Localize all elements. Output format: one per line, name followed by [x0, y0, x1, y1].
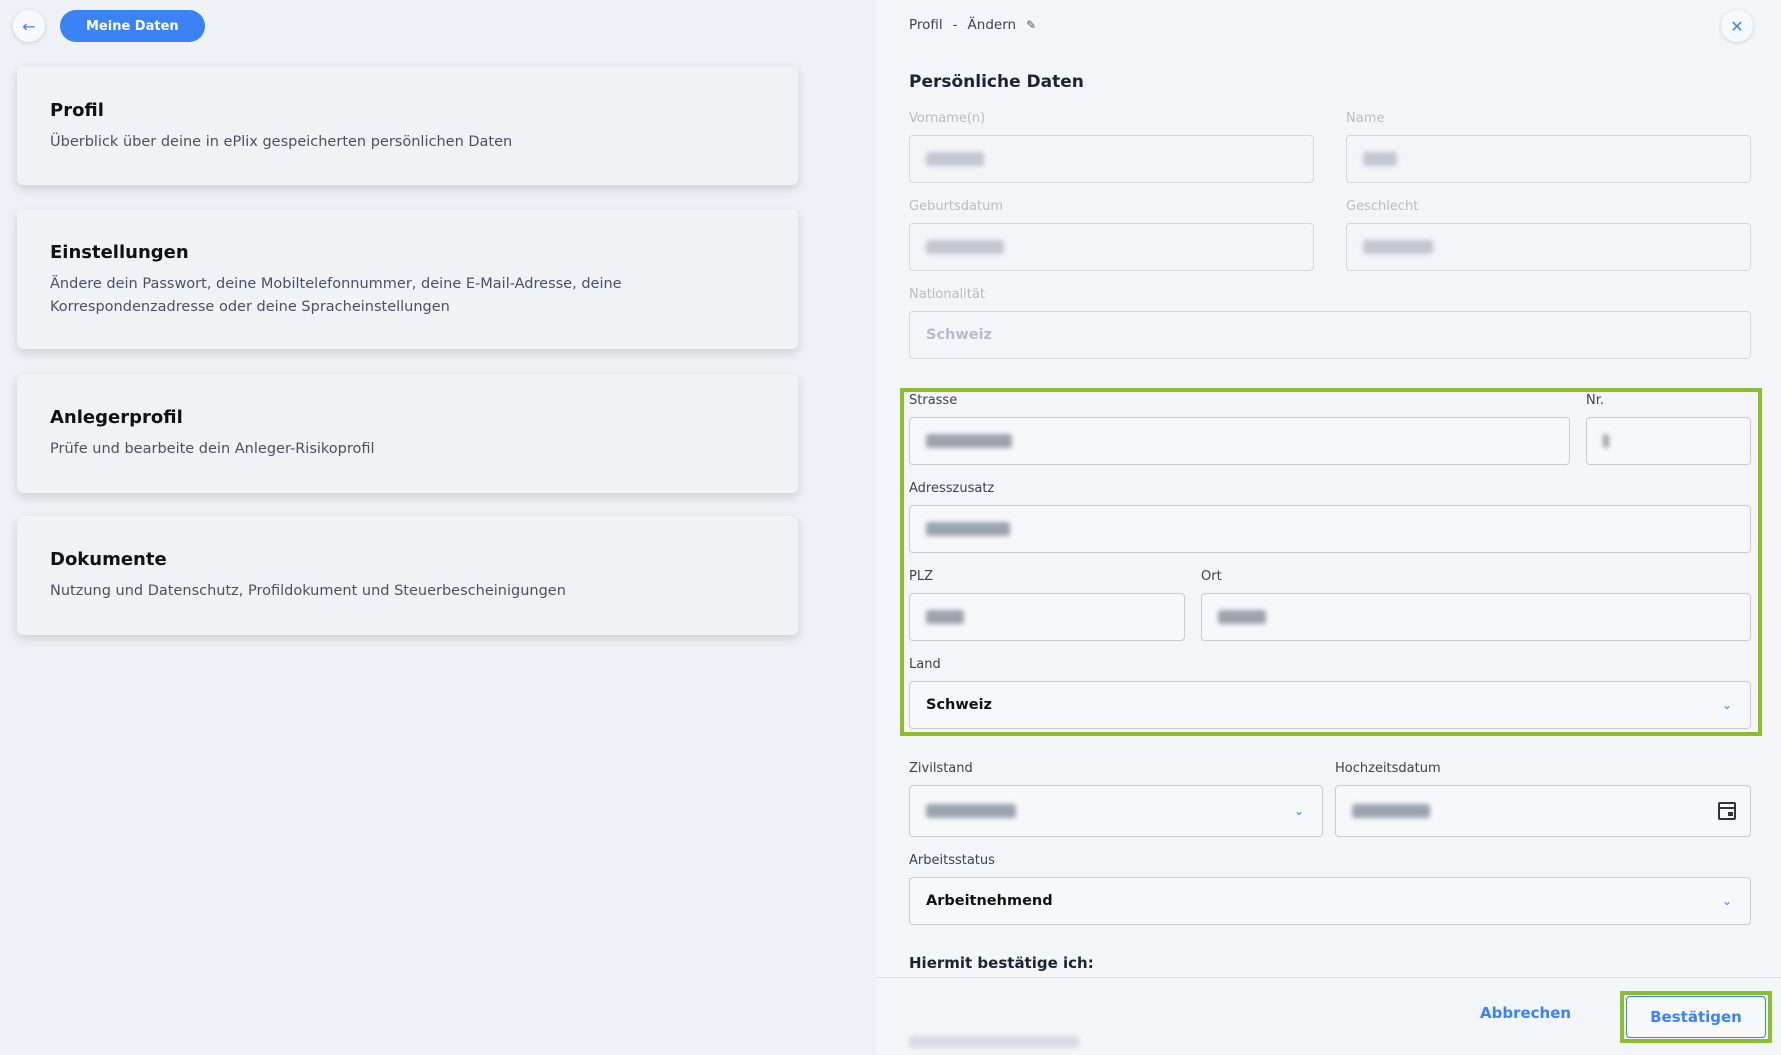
field-label: Vorname(n)	[909, 111, 986, 126]
card-description: Prüfe und bearbeite dein Anleger-Risikop…	[50, 441, 375, 457]
geschlecht-input[interactable]	[1346, 223, 1751, 271]
calendar-icon[interactable]	[1718, 802, 1736, 820]
arbeitsstatus-field: Arbeitsstatus Arbeitnehmend ⌄	[909, 852, 1751, 925]
field-label: PLZ	[909, 569, 933, 584]
name-field: Name	[1346, 110, 1751, 183]
chevron-down-icon: ⌄	[1721, 698, 1732, 712]
field-label: Ort	[1201, 569, 1222, 584]
strasse-field: Strasse	[909, 392, 1570, 465]
field-label: Hochzeitsdatum	[1335, 761, 1441, 776]
field-label: Nr.	[1586, 393, 1605, 408]
nationalitaet-input[interactable]: Schweiz	[909, 311, 1751, 359]
card-profil[interactable]: Profil Überblick über deine in ePlix ges…	[17, 66, 798, 185]
geburtsdatum-field: Geburtsdatum	[909, 198, 1314, 271]
name-input[interactable]	[1346, 135, 1751, 183]
section-title: Persönliche Daten	[909, 72, 1084, 92]
card-description: Überblick über deine in ePlix gespeicher…	[50, 134, 513, 150]
pencil-icon: ✎	[1026, 18, 1037, 32]
card-anlegerprofil[interactable]: Anlegerprofil Prüfe und bearbeite dein A…	[17, 374, 798, 493]
arrow-left-icon: ←	[22, 16, 36, 36]
hochzeitsdatum-input[interactable]	[1335, 785, 1751, 837]
field-value: Schweiz	[926, 697, 993, 713]
card-title: Dokumente	[50, 549, 167, 570]
field-label: Geschlecht	[1346, 199, 1419, 214]
plz-field: PLZ	[909, 568, 1185, 641]
chevron-down-icon: ⌄	[1721, 894, 1732, 908]
land-select[interactable]: Schweiz ⌄	[909, 681, 1751, 729]
breadcrumb-separator: -	[952, 17, 958, 33]
breadcrumb-aendern: Ändern	[967, 17, 1017, 33]
close-icon: ✕	[1730, 16, 1744, 36]
cancel-button[interactable]: Abbrechen	[1480, 1004, 1571, 1022]
field-value: Schweiz	[926, 327, 993, 343]
zivilstand-select[interactable]: ⌄	[909, 785, 1323, 837]
breadcrumb-profil: Profil	[909, 17, 943, 33]
vorname-input[interactable]	[909, 135, 1314, 183]
edit-profile-panel: Profil - Ändern ✎ ✕ Persönliche Daten Vo…	[876, 0, 1781, 1055]
card-description: Ändere dein Passwort, deine Mobiltelefon…	[50, 276, 622, 315]
confirm-button-highlight: Bestätigen	[1620, 991, 1772, 1043]
plz-input[interactable]	[909, 593, 1185, 641]
strasse-input[interactable]	[909, 417, 1570, 465]
nr-field: Nr.	[1586, 392, 1751, 465]
field-value: Arbeitnehmend	[926, 893, 1053, 909]
field-label: Zivilstand	[909, 761, 973, 776]
chevron-down-icon: ⌄	[1293, 804, 1304, 818]
hochzeitsdatum-field: Hochzeitsdatum	[1335, 760, 1751, 837]
card-einstellungen[interactable]: Einstellungen Ändere dein Passwort, dein…	[17, 209, 798, 349]
field-label: Arbeitsstatus	[909, 853, 995, 868]
card-title: Anlegerprofil	[50, 407, 183, 428]
nationalitaet-field: Nationalität Schweiz	[909, 286, 1751, 359]
card-dokumente[interactable]: Dokumente Nutzung und Datenschutz, Profi…	[17, 516, 798, 635]
back-button[interactable]: ←	[13, 10, 45, 42]
field-label: Adresszusatz	[909, 481, 995, 496]
confirm-heading: Hiermit bestätige ich:	[909, 954, 1094, 972]
field-label: Name	[1346, 111, 1385, 126]
adresszusatz-field: Adresszusatz	[909, 480, 1751, 553]
card-description: Nutzung und Datenschutz, Profildokument …	[50, 583, 566, 599]
geburtsdatum-input[interactable]	[909, 223, 1314, 271]
action-footer: Abbrechen Bestätigen	[876, 977, 1781, 1055]
breadcrumb: Profil - Ändern ✎	[909, 17, 1036, 33]
nr-input[interactable]	[1586, 417, 1751, 465]
overview-pane: ← Meine Daten Profil Überblick über dein…	[0, 0, 876, 1055]
ort-field: Ort	[1201, 568, 1751, 641]
field-label: Strasse	[909, 393, 958, 408]
field-label: Land	[909, 657, 941, 672]
meine-daten-tab[interactable]: Meine Daten	[60, 10, 205, 42]
vorname-field: Vorname(n)	[909, 110, 1314, 183]
confirm-button[interactable]: Bestätigen	[1626, 996, 1766, 1038]
arbeitsstatus-select[interactable]: Arbeitnehmend ⌄	[909, 877, 1751, 925]
close-button[interactable]: ✕	[1721, 10, 1753, 42]
field-label: Geburtsdatum	[909, 199, 1003, 214]
card-title: Einstellungen	[50, 242, 189, 263]
scrolled-content-ghost	[909, 1036, 1079, 1048]
zivilstand-field: Zivilstand ⌄	[909, 760, 1323, 837]
ort-input[interactable]	[1201, 593, 1751, 641]
card-title: Profil	[50, 100, 104, 121]
field-label: Nationalität	[909, 287, 985, 302]
geschlecht-field: Geschlecht	[1346, 198, 1751, 271]
adresszusatz-input[interactable]	[909, 505, 1751, 553]
land-field: Land Schweiz ⌄	[909, 656, 1751, 729]
